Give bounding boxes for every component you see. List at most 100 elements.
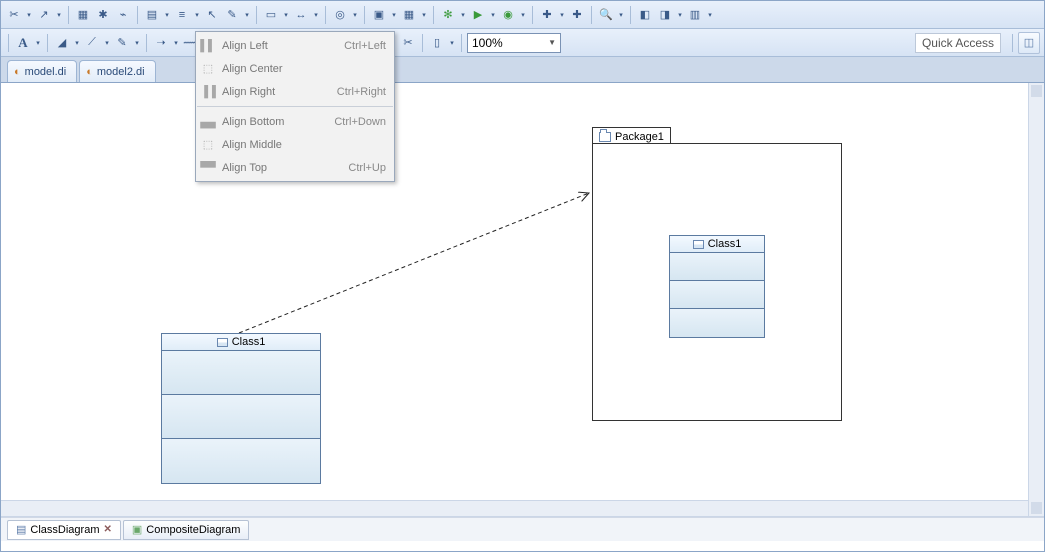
- dropdown-icon[interactable]: ▾: [706, 6, 714, 24]
- dropdown-icon[interactable]: ▾: [133, 34, 141, 52]
- tool-misc3-icon[interactable]: ▥: [686, 6, 704, 24]
- uml-operations-compartment[interactable]: [670, 281, 764, 309]
- tool-misc-icon[interactable]: ◧: [636, 6, 654, 24]
- tool-cut-icon[interactable]: ✂: [399, 34, 417, 52]
- tool-text-icon[interactable]: A: [14, 34, 32, 52]
- uml-operations-compartment[interactable]: [162, 395, 320, 439]
- menu-align-middle[interactable]: ⬚ Align Middle: [196, 133, 394, 156]
- tool-lasso-icon[interactable]: ✎: [223, 6, 241, 24]
- zoom-combo[interactable]: 100% ▼: [467, 33, 561, 53]
- diagram-tab-bar: ▤ ClassDiagram ✕ ▣ CompositeDiagram: [1, 517, 1044, 541]
- tool-resize-icon[interactable]: ↔: [292, 6, 310, 24]
- dropdown-icon[interactable]: ▾: [25, 6, 33, 24]
- diagram-tab-classdiagram[interactable]: ▤ ClassDiagram ✕: [7, 520, 121, 540]
- vertical-scrollbar[interactable]: [1028, 83, 1044, 516]
- diagram-canvas[interactable]: Class1 Package1 Class1: [1, 83, 1044, 517]
- dropdown-icon[interactable]: ▾: [390, 6, 398, 24]
- perspective-button[interactable]: ◫: [1018, 32, 1040, 54]
- diagram-tab-label: CompositeDiagram: [146, 524, 240, 536]
- separator: [532, 6, 533, 24]
- tool-search-icon[interactable]: 🔍: [597, 6, 615, 24]
- align-middle-icon: ⬚: [200, 137, 216, 153]
- uml-class-name: Class1: [708, 238, 742, 250]
- align-center-icon: ⬚: [200, 61, 216, 77]
- tool-panel-icon[interactable]: ▯: [428, 34, 446, 52]
- uml-attributes-compartment[interactable]: [162, 351, 320, 395]
- editor-tab-model[interactable]: ◐ model.di: [7, 60, 77, 82]
- tool-scissors-icon[interactable]: ✂: [5, 6, 23, 24]
- tool-arrow-icon[interactable]: ↗: [35, 6, 53, 24]
- horizontal-scrollbar[interactable]: [1, 500, 1028, 516]
- align-bottom-icon: ▄▄: [200, 114, 216, 130]
- dropdown-icon[interactable]: ▾: [448, 34, 456, 52]
- dropdown-icon[interactable]: ▾: [55, 6, 63, 24]
- uml-attributes-compartment[interactable]: [670, 253, 764, 281]
- tool-misc2-icon[interactable]: ◨: [656, 6, 674, 24]
- uml-extra-compartment[interactable]: [162, 439, 320, 483]
- tool-run-icon[interactable]: ▶: [469, 6, 487, 24]
- menu-align-top[interactable]: ▀▀ Align Top Ctrl+Up: [196, 156, 394, 179]
- menu-align-right[interactable]: ▐▐ Align Right Ctrl+Right: [196, 80, 394, 103]
- package-icon: [599, 132, 611, 142]
- tool-brush-icon[interactable]: ✎: [113, 34, 131, 52]
- tool-arrow2-icon[interactable]: ➝: [152, 34, 170, 52]
- dropdown-icon[interactable]: ▾: [243, 6, 251, 24]
- tool-table-icon[interactable]: ▦: [400, 6, 418, 24]
- menu-label: Align Left: [222, 40, 338, 52]
- separator: [630, 6, 631, 24]
- dropdown-icon[interactable]: ▾: [676, 6, 684, 24]
- dropdown-icon[interactable]: ▾: [351, 6, 359, 24]
- uml-class-class1-inner[interactable]: Class1: [669, 235, 765, 338]
- separator: [325, 6, 326, 24]
- dropdown-icon[interactable]: ▾: [459, 6, 467, 24]
- dropdown-icon[interactable]: ▾: [172, 34, 180, 52]
- diagram-tab-label: ClassDiagram: [30, 524, 99, 536]
- dropdown-icon[interactable]: ▾: [558, 6, 566, 24]
- tool-net-icon[interactable]: ✱: [94, 6, 112, 24]
- separator: [8, 34, 9, 52]
- dropdown-icon[interactable]: ▾: [489, 6, 497, 24]
- editor-tab-model2[interactable]: ◐ model2.di: [79, 60, 155, 82]
- uml-class-class1-outer[interactable]: Class1: [161, 333, 321, 484]
- tool-grid-icon[interactable]: ▦: [74, 6, 92, 24]
- menu-label: Align Middle: [222, 139, 380, 151]
- dropdown-icon[interactable]: ▾: [617, 6, 625, 24]
- separator: [422, 34, 423, 52]
- diagram-tab-compositediagram[interactable]: ▣ CompositeDiagram: [123, 520, 250, 540]
- menu-align-bottom[interactable]: ▄▄ Align Bottom Ctrl+Down: [196, 110, 394, 133]
- tool-run-gear-icon[interactable]: ✻: [439, 6, 457, 24]
- tool-new2-icon[interactable]: ✚: [568, 6, 586, 24]
- menu-align-left[interactable]: ▌▌ Align Left Ctrl+Left: [196, 34, 394, 57]
- tool-align-icon[interactable]: ≡: [173, 6, 191, 24]
- separator: [146, 34, 147, 52]
- menu-align-center[interactable]: ⬚ Align Center: [196, 57, 394, 80]
- tool-cursor-icon[interactable]: ↖: [203, 6, 221, 24]
- editor-tab-label: model.di: [25, 66, 67, 78]
- tool-line-icon[interactable]: ⟋: [83, 34, 101, 52]
- composite-diagram-icon: ▣: [132, 523, 142, 536]
- tool-new-icon[interactable]: ✚: [538, 6, 556, 24]
- dropdown-icon[interactable]: ▾: [519, 6, 527, 24]
- quick-access-input[interactable]: Quick Access: [915, 33, 1001, 53]
- tool-run-config-icon[interactable]: ◉: [499, 6, 517, 24]
- dropdown-icon[interactable]: ▾: [282, 6, 290, 24]
- dropdown-icon[interactable]: ▾: [34, 34, 42, 52]
- dropdown-icon[interactable]: ▾: [103, 34, 111, 52]
- menu-shortcut: Ctrl+Left: [344, 40, 386, 52]
- tool-target-icon[interactable]: ◎: [331, 6, 349, 24]
- dropdown-icon[interactable]: ▾: [73, 34, 81, 52]
- dropdown-icon[interactable]: ▾: [312, 6, 320, 24]
- tool-layers-icon[interactable]: ▤: [143, 6, 161, 24]
- close-icon[interactable]: ✕: [103, 524, 111, 535]
- tool-box-blue-icon[interactable]: ▣: [370, 6, 388, 24]
- uml-extra-compartment[interactable]: [670, 309, 764, 337]
- dropdown-icon[interactable]: ▾: [420, 6, 428, 24]
- dropdown-icon[interactable]: ▾: [163, 6, 171, 24]
- toolbar-row-1: ✂ ▾ ↗ ▾ ▦ ✱ ⌁ ▤ ▾ ≡ ▾ ↖ ✎ ▾ ▭ ▾ ↔ ▾ ◎ ▾ …: [1, 1, 1044, 29]
- menu-label: Align Center: [222, 63, 380, 75]
- tool-fill-icon[interactable]: ◢: [53, 34, 71, 52]
- tool-graph-icon[interactable]: ⌁: [114, 6, 132, 24]
- dropdown-icon[interactable]: ▾: [193, 6, 201, 24]
- tool-rect-icon[interactable]: ▭: [262, 6, 280, 24]
- menu-label: Align Right: [222, 86, 331, 98]
